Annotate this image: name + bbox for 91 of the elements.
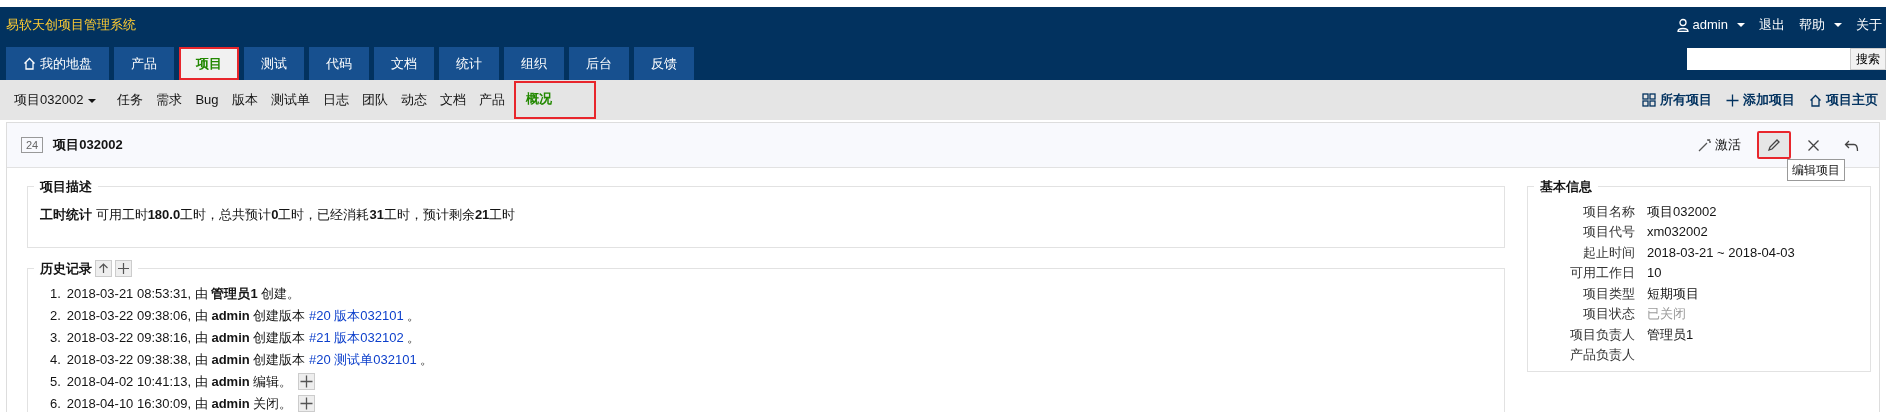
- history-link[interactable]: #20 测试单032101: [308, 351, 417, 367]
- grid-icon: [1642, 93, 1656, 107]
- field-value: 短期项目: [1646, 284, 1699, 303]
- caret-icon: [88, 98, 97, 103]
- nav-tab[interactable]: 产品: [114, 47, 174, 80]
- header-link[interactable]: 关于: [1856, 15, 1882, 35]
- toolbar-link[interactable]: 所有项目: [1642, 90, 1712, 110]
- search-field[interactable]: [1687, 48, 1850, 70]
- subnav-link[interactable]: 任务: [115, 88, 146, 112]
- subnav-link[interactable]: 版本: [229, 88, 260, 112]
- subnav-link[interactable]: 测试单: [268, 88, 312, 112]
- subnav-link[interactable]: 概况: [513, 81, 596, 119]
- field-label: 项目名称: [1582, 202, 1635, 221]
- toolbar-link[interactable]: 添加项目: [1726, 90, 1795, 110]
- pencil-icon: [1767, 138, 1781, 152]
- field-value: 管理员1: [1646, 325, 1694, 344]
- history-entry: 2018-03-22 09:38:06, 由 admin 创建版本 #20 版本032101 。: [66, 306, 421, 325]
- history-entry: 2018-03-21 08:53:31, 由 管理员1 创建。: [66, 284, 301, 303]
- expand-button[interactable]: [298, 373, 316, 390]
- close-icon: [1807, 138, 1820, 152]
- nav-tab[interactable]: 测试: [244, 47, 304, 80]
- nav-tab[interactable]: 我的地盘: [6, 47, 109, 80]
- entry-number: 3.: [50, 328, 61, 347]
- search-button[interactable]: 搜索: [1850, 48, 1886, 70]
- caret-icon: [1737, 22, 1745, 27]
- field-value: 项目032002: [1646, 202, 1717, 221]
- subnav-link[interactable]: 日志: [320, 88, 351, 112]
- nav-tab[interactable]: 后台: [569, 47, 629, 80]
- field-label: 项目状态: [1582, 305, 1635, 323]
- activate-button[interactable]: 激活: [1690, 128, 1749, 162]
- history-link[interactable]: #21 版本032102: [308, 329, 404, 345]
- nav-tab[interactable]: 代码: [309, 47, 369, 80]
- home-icon: [1809, 93, 1822, 107]
- field-label: 项目类型: [1582, 284, 1635, 303]
- plus-icon: [118, 262, 129, 274]
- subnav-link[interactable]: 需求: [154, 88, 185, 112]
- field-label: 可用工作日: [1569, 264, 1635, 282]
- plus-icon: [300, 397, 314, 410]
- section-title: 基本信息: [1540, 178, 1592, 196]
- plus-icon: [1726, 93, 1739, 107]
- subnav-link[interactable]: 产品: [476, 88, 507, 112]
- project-switcher[interactable]: 项目032002: [12, 88, 99, 112]
- nav-tab[interactable]: 项目: [179, 47, 239, 80]
- subnav-link[interactable]: Bug: [193, 88, 221, 112]
- field-label: 项目代号: [1582, 223, 1635, 241]
- header-link[interactable]: 退出: [1759, 15, 1785, 35]
- section-title: 项目描述: [40, 178, 92, 196]
- history-entry: 2018-04-10 16:30:09, 由 admin 关闭。: [66, 394, 293, 412]
- home-icon: [23, 57, 36, 70]
- magic-wand-icon: [1698, 138, 1712, 152]
- entry-number: 5.: [50, 372, 61, 391]
- field-value: xm032002: [1646, 223, 1708, 241]
- id-label: 24: [21, 137, 44, 153]
- user-icon: [1676, 17, 1689, 32]
- history-entry: 2018-03-22 09:38:16, 由 admin 创建版本 #21 版本032102 。: [66, 328, 421, 347]
- caret-icon: [1834, 22, 1842, 27]
- back-arrow-icon: [1844, 138, 1859, 152]
- subnav-link[interactable]: 文档: [437, 88, 468, 112]
- description-text: 工时统计 可用工时180.0工时，总共预计0工时，已经消耗31工时，预计剩余21工时: [40, 206, 517, 224]
- history-entry: 2018-04-02 10:41:13, 由 admin 编辑。: [66, 372, 293, 391]
- section-title: 历史记录: [40, 259, 92, 278]
- plus-icon: [300, 375, 314, 388]
- help-menu[interactable]: 帮助: [1799, 15, 1842, 35]
- sort-button[interactable]: [95, 259, 112, 277]
- edit-button[interactable]: [1757, 131, 1791, 159]
- nav-tab[interactable]: 统计: [439, 47, 499, 80]
- field-value: 已关闭: [1646, 305, 1686, 323]
- entry-number: 1.: [50, 284, 61, 303]
- subnav-link[interactable]: 动态: [398, 88, 429, 112]
- subnav-link[interactable]: 团队: [359, 88, 390, 112]
- nav-tab[interactable]: 组织: [504, 47, 564, 80]
- page-title: 项目032002: [53, 136, 123, 155]
- field-label: 产品负责人: [1569, 346, 1635, 364]
- nav-tab[interactable]: 文档: [374, 47, 434, 80]
- field-label: 起止时间: [1582, 243, 1635, 262]
- history-link[interactable]: #20 版本032101: [308, 307, 404, 323]
- expand-button[interactable]: [298, 395, 316, 412]
- entry-number: 2.: [50, 306, 61, 325]
- toolbar-link[interactable]: 项目主页: [1809, 90, 1878, 110]
- field-value: 10: [1646, 264, 1662, 282]
- entry-number: 4.: [50, 350, 61, 369]
- field-label: 项目负责人: [1569, 325, 1635, 344]
- app-title: 易软天创项目管理系统: [6, 16, 136, 34]
- entry-number: 6.: [50, 394, 61, 412]
- history-entry: 2018-03-22 09:38:38, 由 admin 创建版本 #20 测试单032101 。: [66, 350, 434, 369]
- user-menu[interactable]: admin: [1676, 15, 1745, 35]
- expand-all-button[interactable]: [115, 259, 132, 277]
- up-arrow-icon: [98, 262, 109, 274]
- nav-tab[interactable]: 反馈: [634, 47, 694, 80]
- tooltip: 编辑项目: [1787, 159, 1845, 181]
- field-value: 2018-03-21 ~ 2018-04-03: [1646, 243, 1795, 262]
